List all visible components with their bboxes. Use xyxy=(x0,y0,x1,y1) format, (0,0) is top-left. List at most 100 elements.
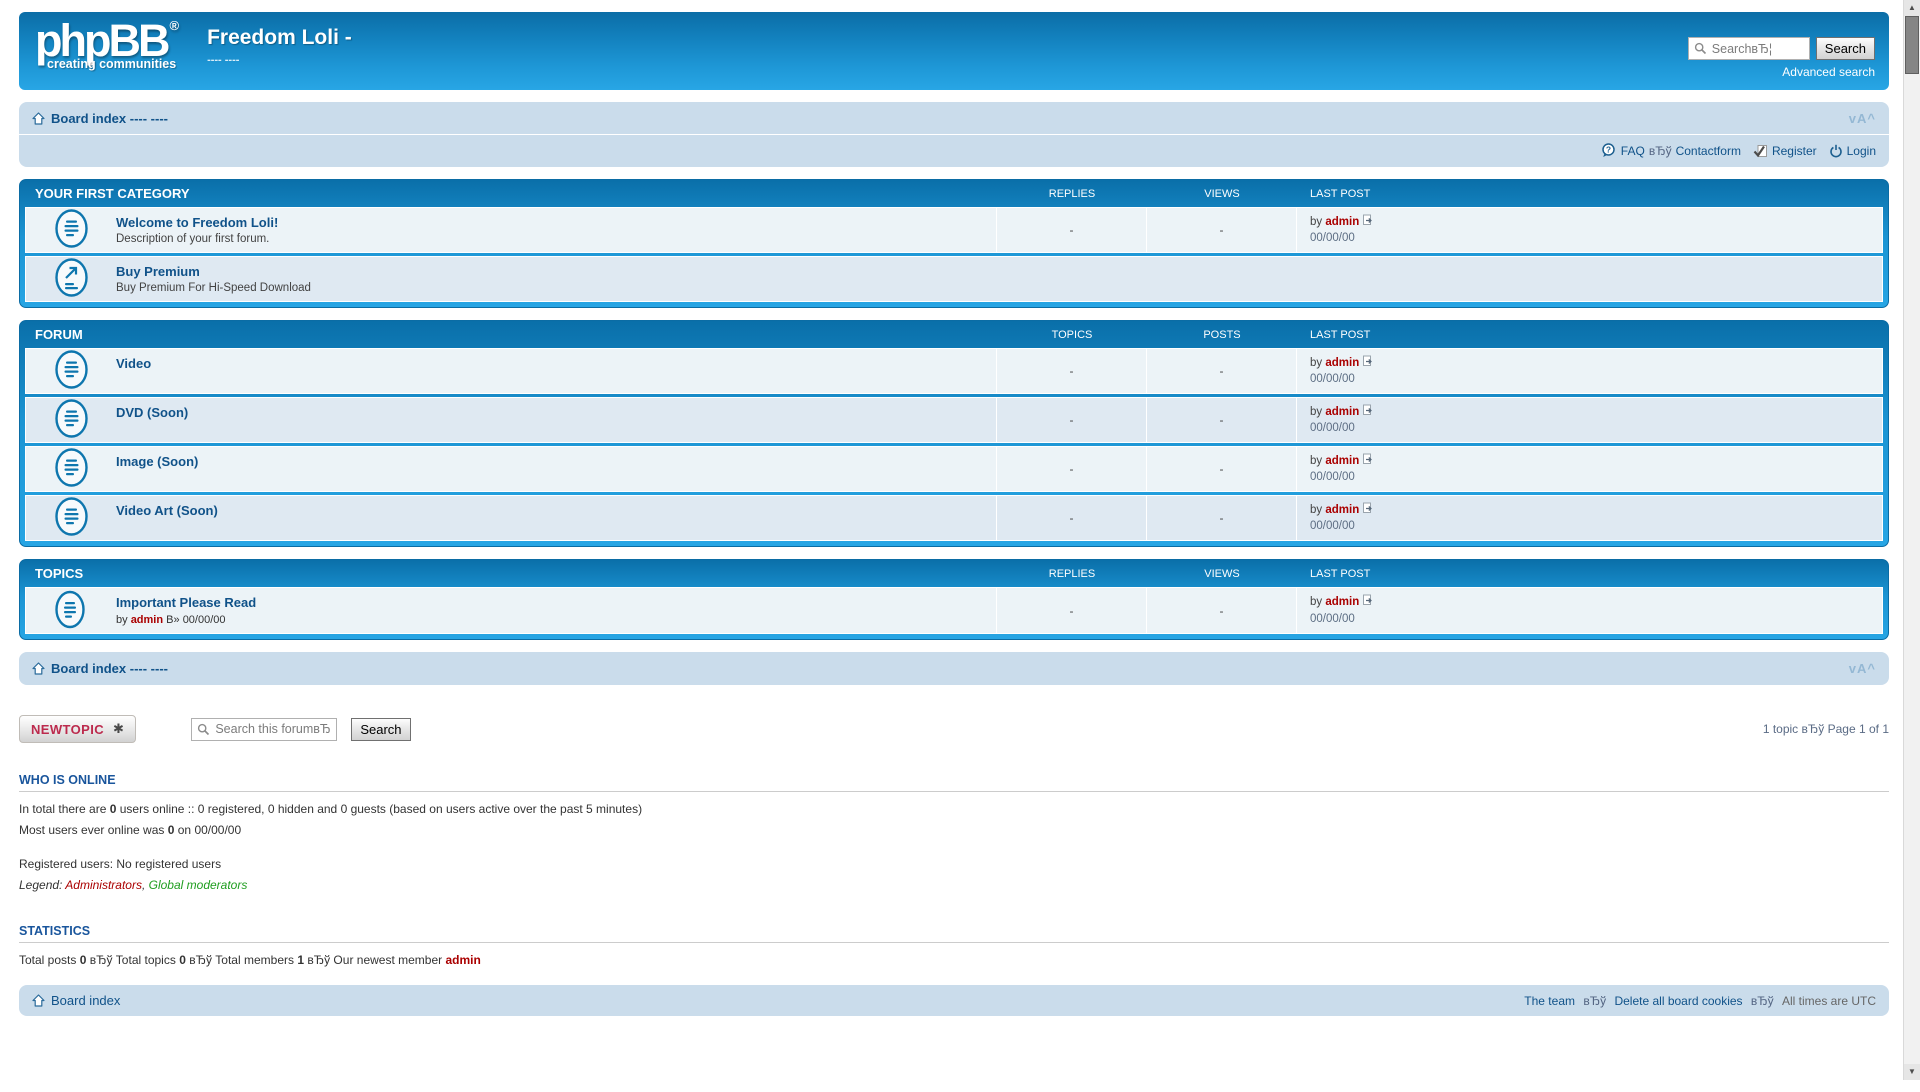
bottom-navbar: Board index ---- ---- vA^ xyxy=(19,652,1889,685)
legend-global-moderators-link[interactable]: Global moderators xyxy=(149,878,248,892)
user-links: ? FAQ вЂў Contactform Register Login xyxy=(32,140,1876,161)
lastpost-user-link[interactable]: admin xyxy=(1325,216,1359,228)
column-posts: POSTS xyxy=(1203,328,1241,341)
topics-cell: - xyxy=(996,349,1146,393)
topic-link[interactable]: Important Please Read xyxy=(116,595,256,610)
breadcrumb-label: Board index xyxy=(51,993,121,1008)
forum-link[interactable]: DVD (Soon) xyxy=(116,405,188,420)
lastpost-user-link[interactable]: admin xyxy=(1325,596,1359,608)
link-separator: вЂў xyxy=(1648,143,1672,158)
lastpost-date: 00/00/00 xyxy=(1310,373,1355,385)
search-button[interactable]: Search xyxy=(1815,37,1875,60)
advanced-search-link[interactable]: Advanced search xyxy=(1782,65,1875,79)
site-header: phpBB ® creating communities Freedom Loli… xyxy=(19,12,1889,90)
register-link[interactable]: Register xyxy=(1772,144,1817,158)
view-latest-post-icon[interactable] xyxy=(1362,502,1374,514)
forum-link[interactable]: Buy Premium xyxy=(116,264,200,279)
delete-cookies-link[interactable]: Delete all board cookies xyxy=(1614,994,1742,1008)
forum-icon xyxy=(55,497,88,539)
breadcrumb[interactable]: Board index xyxy=(32,993,120,1008)
phpbb-logo[interactable]: phpBB ® creating communities xyxy=(19,12,179,71)
breadcrumb-label: Board index ---- ---- xyxy=(51,661,168,676)
contactform-link[interactable]: Contactform xyxy=(1676,144,1741,158)
posts-cell: - xyxy=(1146,398,1296,442)
new-topic-button[interactable]: NEWTOPIC ✱ xyxy=(19,715,137,743)
statistics: STATISTICS Total posts 0 вЂў Total topic… xyxy=(19,924,1889,969)
posts-cell: - xyxy=(1146,496,1296,540)
column-lastpost: LAST POST xyxy=(1310,567,1371,580)
who-is-online: WHO IS ONLINE In total there are 0 users… xyxy=(19,773,1889,894)
topics-section: TOPICS REPLIES VIEWS LAST POST Important… xyxy=(19,559,1889,640)
change-font-size-icon[interactable]: vA^ xyxy=(1849,111,1876,126)
forum-row: Video - - by admin 00/00/00 xyxy=(25,348,1883,394)
legend-administrators-link[interactable]: Administrators xyxy=(65,878,142,892)
site-title-block: Freedom Loli - ---- ---- xyxy=(207,12,352,66)
lastpost-date: 00/00/00 xyxy=(1310,520,1355,532)
views-cell: - xyxy=(1146,588,1296,633)
site-description: ---- ---- xyxy=(207,54,240,66)
action-bar: NEWTOPIC ✱ Search 1 topic вЂў Page 1 of … xyxy=(19,715,1889,743)
login-link[interactable]: Login xyxy=(1847,144,1876,158)
forum-link[interactable]: Video Art (Soon) xyxy=(116,503,218,518)
lastpost-cell: by admin 00/00/00 xyxy=(1296,496,1882,540)
registered-users-line: Registered users: No registered users xyxy=(19,857,222,871)
search-box xyxy=(1687,37,1810,60)
statistics-title: STATISTICS xyxy=(19,924,1889,943)
forum-icon xyxy=(55,209,88,251)
lastpost-user-link[interactable]: admin xyxy=(1325,455,1359,467)
view-latest-post-icon[interactable] xyxy=(1362,594,1374,606)
scroll-down-arrow-icon[interactable]: ▼ xyxy=(1904,1064,1920,1080)
views-cell: - xyxy=(1146,208,1296,252)
scroll-up-arrow-icon[interactable]: ▲ xyxy=(1904,0,1920,16)
category-header: TOPICS REPLIES VIEWS LAST POST xyxy=(25,560,1883,587)
star-icon: ✱ xyxy=(113,721,125,736)
breadcrumb[interactable]: Board index ---- ---- xyxy=(32,661,168,676)
search-box xyxy=(191,717,338,741)
faq-link[interactable]: FAQ xyxy=(1621,144,1645,158)
topics-title: TOPICS xyxy=(35,566,84,581)
scrollbar[interactable]: ▲ ▼ xyxy=(1903,0,1920,1080)
category-header: YOUR FIRST CATEGORY REPLIES VIEWS LAST P… xyxy=(25,180,1883,207)
lastpost-cell: by admin 00/00/00 xyxy=(1296,398,1882,442)
timezone-label: All times are UTC xyxy=(1781,993,1876,1008)
view-latest-post-icon[interactable] xyxy=(1362,404,1374,416)
forum-search-input[interactable] xyxy=(213,721,333,737)
home-icon xyxy=(32,112,45,125)
registered-mark: ® xyxy=(169,18,180,33)
forum-link[interactable]: Video xyxy=(116,356,151,371)
lastpost-user-link[interactable]: admin xyxy=(1325,357,1359,369)
view-latest-post-icon[interactable] xyxy=(1362,453,1374,465)
category-title[interactable]: YOUR FIRST CATEGORY xyxy=(25,186,997,201)
topic-author-link[interactable]: admin xyxy=(131,614,163,626)
lastpost-user-link[interactable]: admin xyxy=(1325,406,1359,418)
topic-row: Important Please Read by admin В» 00/00/… xyxy=(25,587,1883,634)
posts-cell: - xyxy=(1146,349,1296,393)
category-title[interactable]: FORUM xyxy=(25,327,997,342)
view-latest-post-icon[interactable] xyxy=(1362,355,1374,367)
forum-link[interactable]: Image (Soon) xyxy=(116,454,198,469)
column-lastpost: LAST POST xyxy=(1310,328,1371,341)
category-section-2: FORUM TOPICS POSTS LAST POST Video - - b… xyxy=(19,320,1889,547)
footer-bar: Board index The team вЂў Delete all boar… xyxy=(19,985,1889,1016)
lastpost-user-link[interactable]: admin xyxy=(1325,504,1359,516)
search-input[interactable] xyxy=(1709,40,1805,57)
pagination: 1 topic вЂў Page 1 of 1 xyxy=(1762,722,1889,736)
change-font-size-icon[interactable]: vA^ xyxy=(1849,661,1876,676)
forum-search-button[interactable]: Search xyxy=(351,717,411,741)
column-views: VIEWS xyxy=(1204,187,1240,200)
home-icon xyxy=(32,994,45,1007)
topics-cell: - xyxy=(996,398,1146,442)
category-header: FORUM TOPICS POSTS LAST POST xyxy=(25,321,1883,348)
forum-description: Description of your first forum. xyxy=(116,233,270,245)
breadcrumb[interactable]: Board index ---- ---- xyxy=(32,111,168,126)
view-latest-post-icon[interactable] xyxy=(1362,214,1374,226)
header-search: Search Advanced search xyxy=(1687,37,1875,79)
forum-link[interactable]: Welcome to Freedom Loli! xyxy=(116,215,278,230)
newest-member-link[interactable]: admin xyxy=(445,953,480,967)
column-views: VIEWS xyxy=(1204,567,1240,580)
who-is-online-title: WHO IS ONLINE xyxy=(19,773,1889,792)
site-title: Freedom Loli - xyxy=(207,26,352,49)
logo-tagline: creating communities xyxy=(47,57,177,71)
the-team-link[interactable]: The team xyxy=(1524,994,1575,1008)
scrollbar-thumb[interactable] xyxy=(1905,16,1919,74)
